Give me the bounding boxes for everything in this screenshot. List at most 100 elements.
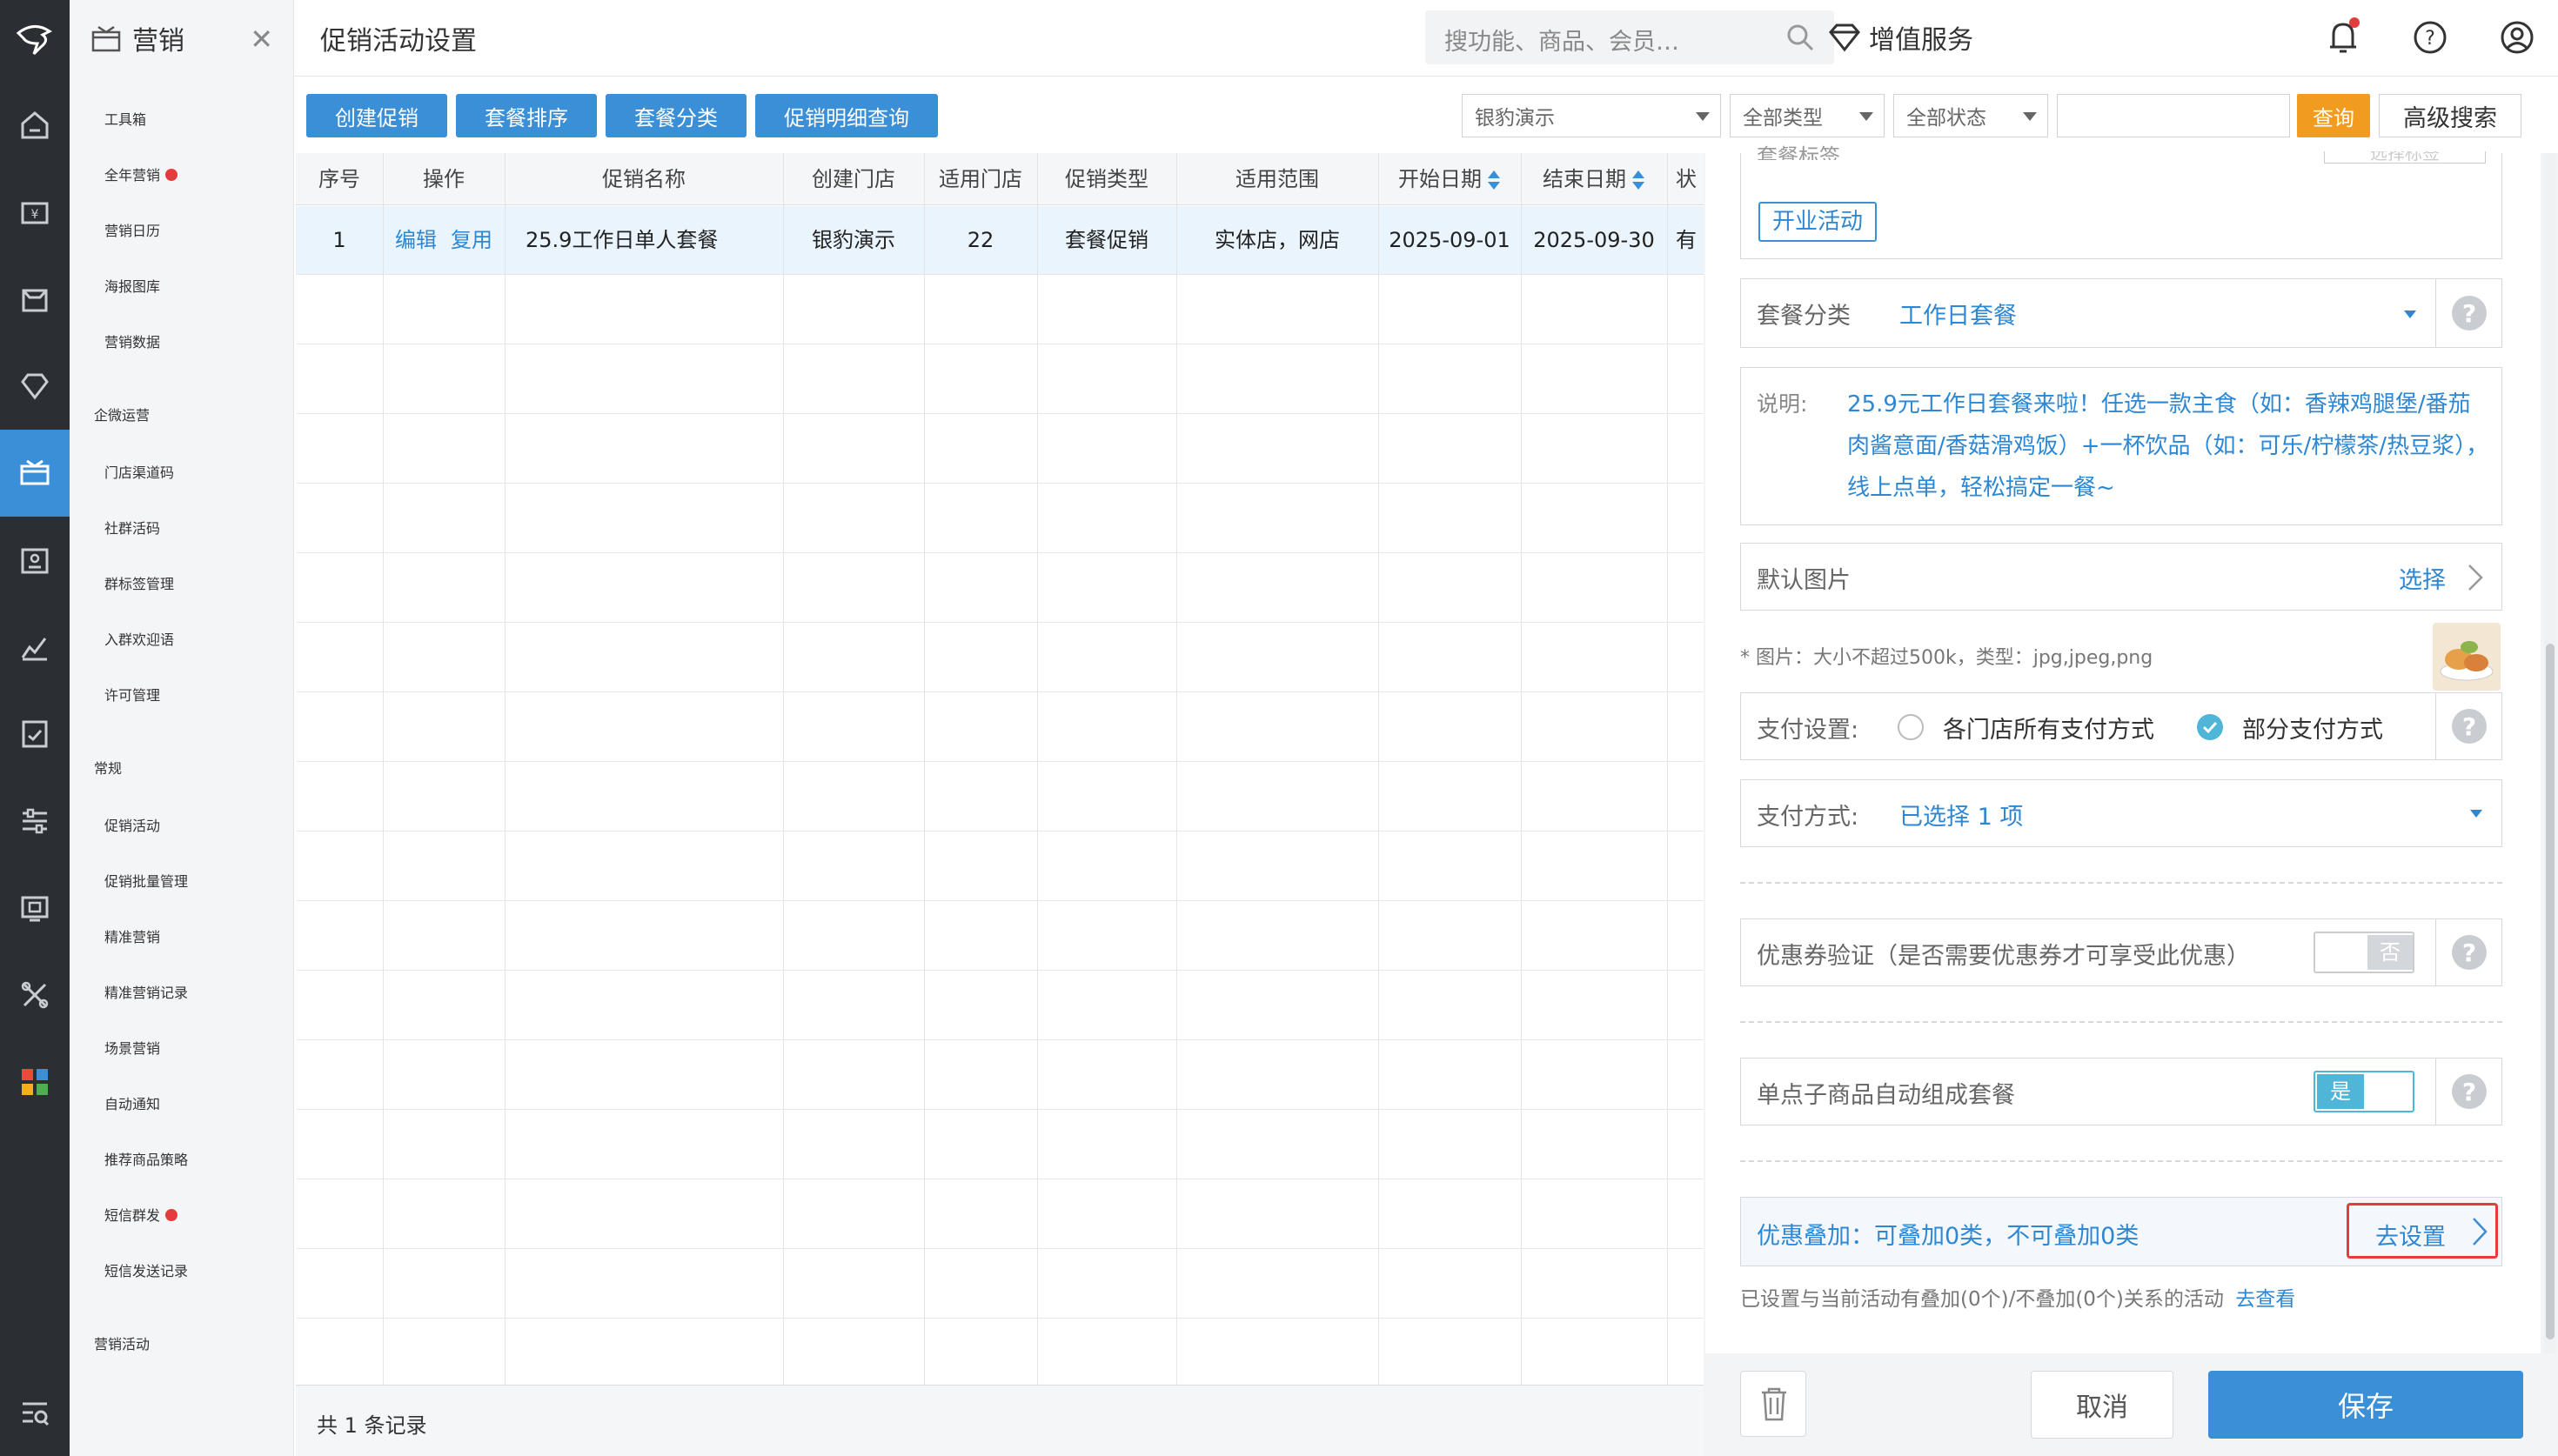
sidebar-item[interactable]: 营销日历 <box>104 219 160 240</box>
tools-icon[interactable] <box>0 952 70 1039</box>
close-icon[interactable]: ✕ <box>250 23 273 56</box>
applicable-stores-link[interactable]: 22 <box>924 206 1037 274</box>
column-header-label: 促销类型 <box>1065 167 1148 191</box>
package-category-value: 工作日套餐 <box>1899 303 2017 330</box>
package-category-field[interactable]: 套餐分类 工作日套餐 <box>1740 278 2502 348</box>
sidebar-item-label: 短信群发 <box>104 1207 161 1224</box>
bell-icon[interactable] <box>2321 16 2365 59</box>
save-button[interactable]: 保存 <box>2208 1371 2523 1439</box>
column-header: 状 <box>1667 153 1705 205</box>
sidebar-item[interactable]: 短信群发 <box>104 1204 178 1225</box>
payment-method-select[interactable]: 支付方式: 已选择 1 项 <box>1740 779 2502 847</box>
product-icon[interactable] <box>0 256 70 343</box>
reuse-link[interactable]: 复用 <box>451 228 492 252</box>
sidebar-item[interactable]: 入群欢迎语 <box>104 628 174 649</box>
store-select[interactable]: 银豹演示 <box>1462 94 1721 137</box>
help-icon[interactable]: ? <box>2452 1074 2487 1109</box>
help-icon[interactable]: ? <box>2452 296 2487 331</box>
sidebar-item[interactable]: 精准营销 <box>104 925 160 946</box>
query-button[interactable]: 查询 <box>2297 94 2370 137</box>
sidebar-item-label: 工具箱 <box>104 111 147 128</box>
member-icon[interactable] <box>0 343 70 430</box>
finance-icon[interactable] <box>0 691 70 778</box>
panel-scrollbar-thumb[interactable] <box>2546 644 2555 1339</box>
sidebar-item[interactable]: 社群活码 <box>104 517 160 538</box>
description-box[interactable]: 说明: 25.9元工作日套餐来啦！任选一款主食（如：香辣鸡腿堡/番茄肉酱意面/香… <box>1740 367 2502 525</box>
settings-sliders-icon[interactable] <box>0 778 70 865</box>
sidebar-item[interactable]: 自动通知 <box>104 1092 160 1113</box>
status-select[interactable]: 全部状态 <box>1893 94 2048 137</box>
help-icon[interactable]: ? <box>2452 709 2487 744</box>
icon-rail: ¥ <box>0 0 70 1456</box>
device-icon[interactable] <box>0 865 70 952</box>
sidebar-item[interactable]: 海报图库 <box>104 275 160 296</box>
auto-combo-toggle[interactable]: 是 <box>2314 1071 2414 1112</box>
value-service-label: 增值服务 <box>1869 25 1973 56</box>
pay-part-label[interactable]: 部分支付方式 <box>2242 711 2383 745</box>
global-search-input[interactable]: 搜功能、商品、会员… <box>1425 10 1834 64</box>
column-divider <box>1176 153 1177 1385</box>
sidebar-item[interactable]: 短信发送记录 <box>104 1259 188 1280</box>
help-icon[interactable]: ? <box>2452 935 2487 970</box>
sidebar-item[interactable]: 门店渠道码 <box>104 461 174 482</box>
search-placeholder: 搜功能、商品、会员… <box>1444 29 1679 56</box>
cancel-button[interactable]: 取消 <box>2031 1371 2173 1439</box>
package-category-button[interactable]: 套餐分类 <box>606 94 747 137</box>
delete-button[interactable] <box>1740 1371 1806 1437</box>
sidebar-item[interactable]: 工具箱 <box>104 108 146 129</box>
pay-all-label[interactable]: 各门店所有支付方式 <box>1943 711 2154 745</box>
tag-chip[interactable]: 开业活动 <box>1758 202 1878 242</box>
sidebar-item[interactable]: 场景营销 <box>104 1037 160 1058</box>
value-service-link[interactable]: 增值服务 <box>1827 17 1973 57</box>
home-icon[interactable] <box>0 82 70 169</box>
report-icon[interactable] <box>0 604 70 691</box>
apps-grid-icon[interactable] <box>0 1039 70 1125</box>
pay-all-radio[interactable] <box>1898 714 1924 740</box>
select-tag-button[interactable]: 选择标签 <box>2324 151 2486 164</box>
package-sort-button[interactable]: 套餐排序 <box>456 94 597 137</box>
go-setting-button[interactable]: 去设置 <box>2347 1203 2498 1259</box>
column-divider <box>1037 153 1038 1385</box>
coupon-toggle[interactable]: 否 <box>2314 932 2414 973</box>
user-avatar-icon[interactable] <box>2495 16 2539 59</box>
sidebar-item[interactable]: 营销数据 <box>104 331 160 351</box>
sidebar-item[interactable]: 促销批量管理 <box>104 870 188 891</box>
cashier-icon[interactable]: ¥ <box>0 169 70 256</box>
sidebar-item[interactable]: 推荐商品策略 <box>104 1148 188 1169</box>
sidebar-item-label: 营销活动 <box>94 1336 151 1352</box>
notification-dot <box>165 169 178 181</box>
advanced-search-button[interactable]: 高级搜索 <box>2379 94 2521 137</box>
create-promotion-button[interactable]: 创建促销 <box>306 94 447 137</box>
row-divider <box>296 622 1705 623</box>
sort-icon[interactable] <box>1487 169 1501 191</box>
type-select[interactable]: 全部类型 <box>1730 94 1885 137</box>
row-divider <box>296 483 1705 484</box>
sidebar-item-label: 营销数据 <box>104 334 161 351</box>
search-menu-icon[interactable] <box>0 1369 70 1456</box>
pay-part-radio-checked[interactable] <box>2197 714 2223 740</box>
sidebar-item[interactable]: 全年营销 <box>104 164 178 184</box>
sidebar-item[interactable]: 精准营销记录 <box>104 981 188 1002</box>
sidebar-item-label: 促销活动 <box>104 818 161 834</box>
sidebar-item[interactable]: 许可管理 <box>104 684 160 705</box>
field-divider <box>2435 693 2436 759</box>
sidebar-item-active[interactable]: 促销活动 <box>104 814 160 835</box>
default-image-thumbnail[interactable] <box>2433 623 2501 691</box>
choose-image-link[interactable]: 选择 <box>2399 561 2446 595</box>
search-icon[interactable] <box>1785 23 1815 52</box>
go-setting-label: 去设置 <box>2375 1224 2446 1251</box>
default-image-field[interactable]: 默认图片 选择 <box>1740 543 2502 611</box>
staff-icon[interactable] <box>0 517 70 604</box>
promotion-detail-query-button[interactable]: 促销明细查询 <box>755 94 938 137</box>
notification-dot <box>165 1209 178 1221</box>
app-logo[interactable] <box>0 0 70 77</box>
help-icon[interactable]: ? <box>2408 16 2452 59</box>
keyword-input[interactable] <box>2057 94 2290 137</box>
column-header[interactable]: 结束日期 <box>1521 153 1667 205</box>
sort-icon[interactable] <box>1631 169 1645 191</box>
edit-link[interactable]: 编辑 <box>395 228 437 252</box>
sidebar-item[interactable]: 群标签管理 <box>104 572 174 593</box>
view-link[interactable]: 去查看 <box>2235 1288 2295 1311</box>
column-header[interactable]: 开始日期 <box>1378 153 1521 205</box>
marketing-icon[interactable] <box>0 430 70 517</box>
